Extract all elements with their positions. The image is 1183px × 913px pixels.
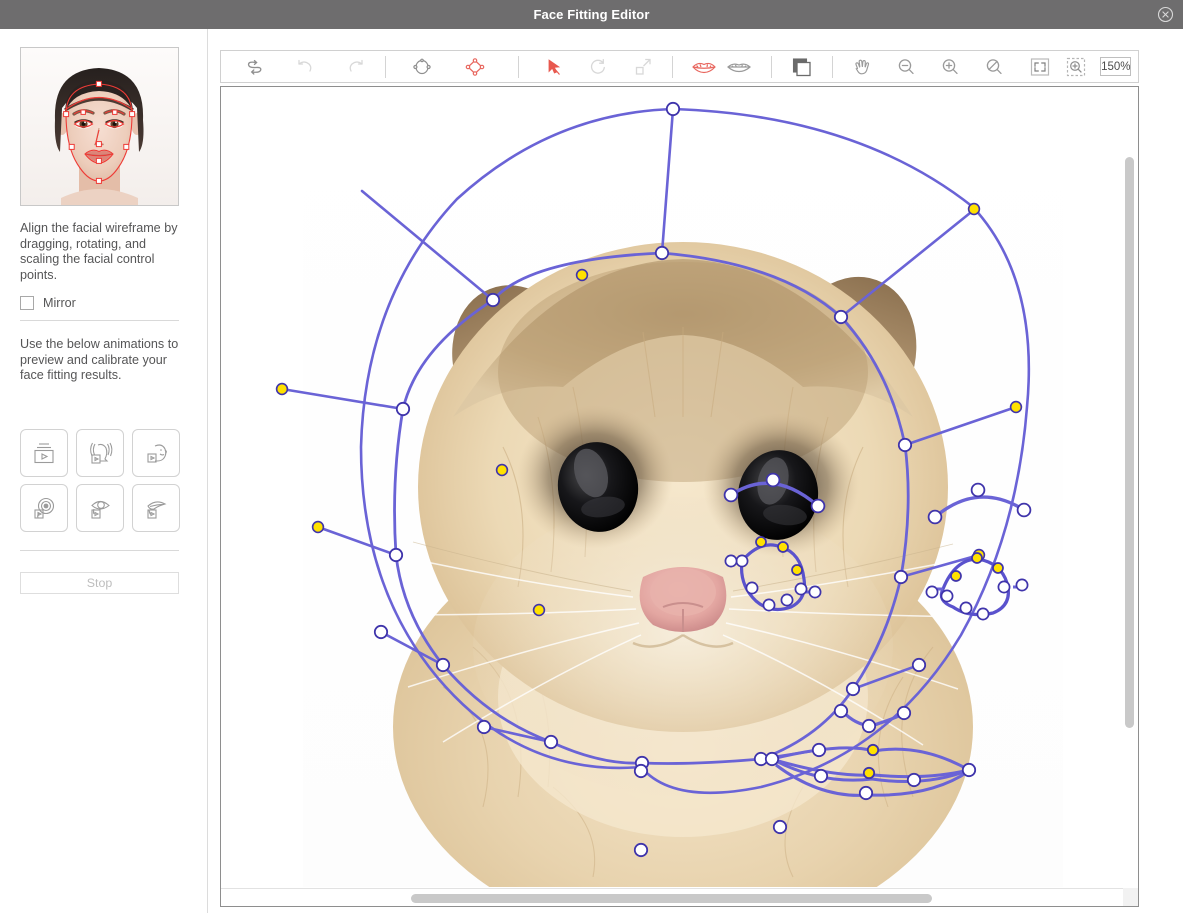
fit-screen-icon [1030,57,1049,76]
hamster-photo-image [303,87,1063,887]
reset-button[interactable] [243,51,265,82]
compare-overlay-button[interactable] [790,51,814,82]
scrollbar-corner [1123,888,1138,906]
zoom-in-button[interactable] [939,51,961,82]
redo-arrow-icon [349,59,363,72]
stop-button[interactable]: Stop [20,572,179,594]
canvas-horizontal-scrollbar-track[interactable] [221,888,1138,906]
animation-button-grid [20,429,183,532]
mouth-play-icon [147,501,167,519]
pupil-play-icon [34,497,55,519]
mirror-checkbox[interactable] [20,296,34,310]
zoom-out-button[interactable] [895,51,917,82]
head-shake-play-icon [90,442,113,464]
playlist-play-icon [34,443,54,464]
zoom-selection-icon [1066,57,1086,76]
close-button[interactable] [1155,5,1175,25]
compare-square-icon [792,57,811,76]
window-titlebar: Face Fitting Editor [0,0,1183,29]
eye-blink-animation-button[interactable] [76,484,124,532]
canvas-vertical-scrollbar[interactable] [1125,157,1134,728]
editor-toolbar: 150% [220,50,1139,83]
pan-tool-button[interactable] [850,51,872,82]
play-all-animations-button[interactable] [20,429,68,477]
canvas-frame [220,86,1139,907]
reset-loop-icon [248,59,262,75]
head-shake-animation-button[interactable] [76,429,124,477]
head-nod-animation-button[interactable] [132,429,180,477]
face-fitting-canvas[interactable] [221,87,1138,906]
zoom-level-input[interactable]: 150% [1100,57,1132,76]
close-circle-icon [1157,6,1173,23]
zoom-to-selection-button[interactable] [1064,51,1088,82]
mouth-open-button[interactable] [690,51,718,82]
head-contour-icon [413,58,432,74]
magnifier-plus-icon [942,58,958,74]
diamond-nodes-icon [466,57,485,76]
undo-arrow-icon [298,59,312,72]
sidebar-divider-top [20,320,179,321]
reference-face-image [21,48,178,205]
redo-button[interactable] [345,51,367,82]
left-sidebar: Align the facial wireframe by dragging, … [0,29,208,913]
rotate-tool-button[interactable] [587,51,609,82]
mirror-label: Mirror [43,296,76,310]
subject-photo [303,87,1063,887]
zoom-reset-button[interactable] [983,51,1005,82]
fit-to-screen-button[interactable] [1028,51,1052,82]
reference-face-thumbnail[interactable] [20,47,179,206]
magnifier-none-icon [987,58,1003,74]
sidebar-divider-bottom [20,550,179,551]
undo-button[interactable] [294,51,316,82]
canvas-horizontal-scrollbar[interactable] [411,894,932,903]
rotate-circle-icon [591,58,606,74]
scale-tool-button[interactable] [632,51,654,82]
window-title: Face Fitting Editor [533,7,650,22]
mouth-animation-button[interactable] [132,484,180,532]
head-profile-play-icon [147,444,167,463]
instruction-secondary: Use the below animations to preview and … [20,337,179,382]
instruction-primary: Align the facial wireframe by dragging, … [20,221,178,282]
head-shape-mode-button[interactable] [410,51,434,82]
landmark-mode-button[interactable] [463,51,487,82]
mouth-closed-button[interactable] [725,51,753,82]
eye-play-icon [91,500,110,519]
mirror-checkbox-row[interactable]: Mirror [20,296,76,310]
face-fitting-editor-window: Face Fitting Editor Align the facial wir… [0,0,1183,913]
hand-icon [855,59,870,74]
lips-open-icon [692,62,717,73]
lips-closed-icon [726,63,751,72]
pupil-animation-button[interactable] [20,484,68,532]
arrow-cursor-icon [548,58,560,75]
select-tool-button[interactable] [543,51,565,82]
magnifier-minus-icon [898,58,914,74]
scale-corner-icon [635,58,651,75]
